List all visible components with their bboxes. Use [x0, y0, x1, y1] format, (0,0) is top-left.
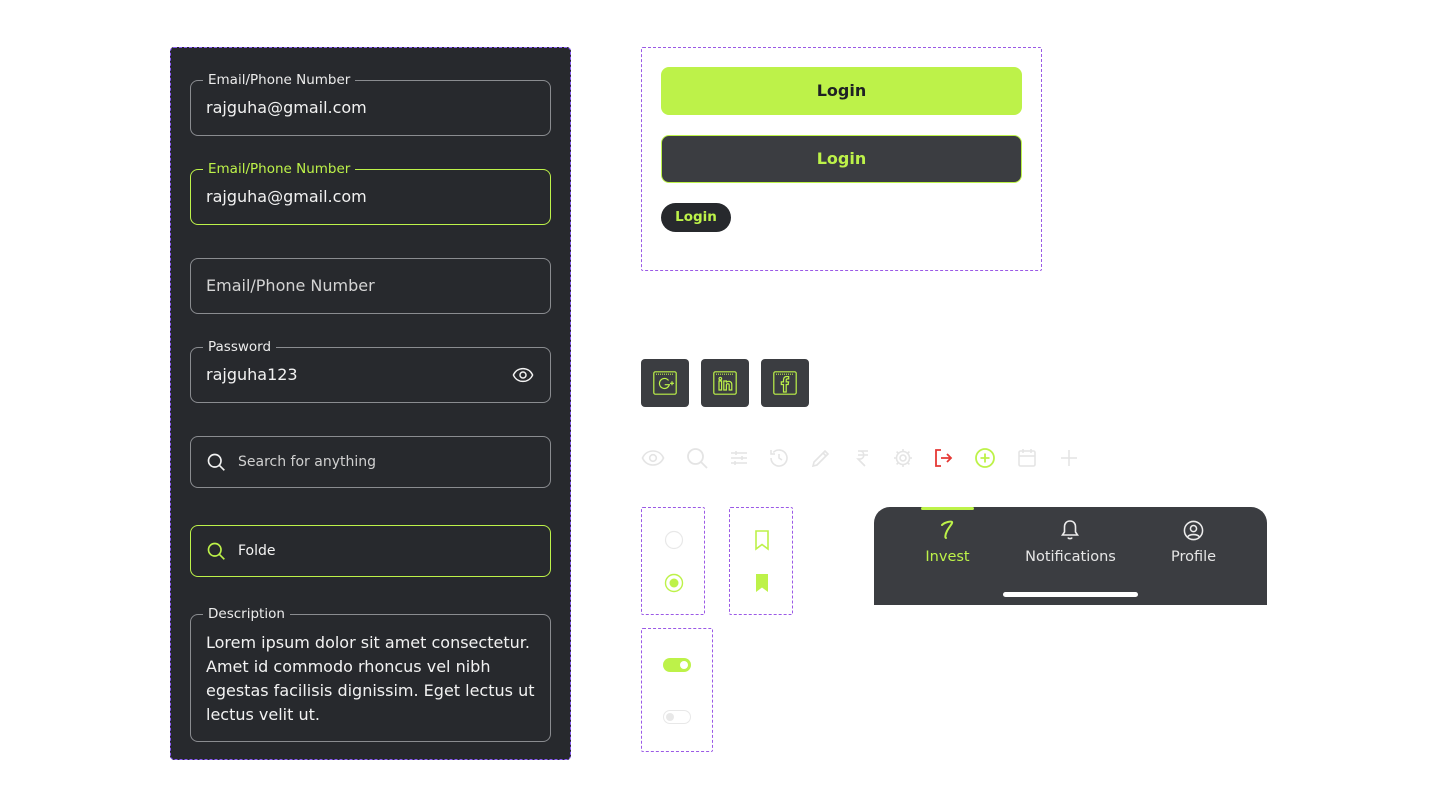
radio-buttons-group: [641, 507, 705, 615]
email-field-empty[interactable]: Email/Phone Number: [190, 258, 551, 314]
bell-icon: [1060, 519, 1080, 545]
nav-label-notifications: Notifications: [1025, 549, 1116, 565]
facebook-login-button[interactable]: [761, 359, 809, 407]
password-field[interactable]: Password rajguha123: [190, 338, 551, 403]
email-field-focused[interactable]: Email/Phone Number rajguha@gmail.com: [190, 160, 551, 225]
filter-sliders-icon[interactable]: [727, 446, 751, 470]
toggle-off[interactable]: [663, 709, 691, 728]
login-button-primary[interactable]: Login: [661, 67, 1022, 115]
search-icon: [206, 452, 226, 476]
eye-icon[interactable]: [512, 364, 534, 390]
invest-icon: [938, 519, 958, 545]
password-field-value: rajguha123: [206, 365, 298, 384]
eye-icon[interactable]: [641, 446, 665, 470]
nav-item-notifications[interactable]: Notifications: [1021, 507, 1120, 577]
description-label: Description: [203, 605, 290, 623]
radio-unchecked[interactable]: [664, 530, 684, 554]
description-textarea[interactable]: Description Lorem ipsum dolor sit amet c…: [190, 605, 551, 742]
rupee-icon[interactable]: [851, 446, 875, 470]
logout-icon[interactable]: [931, 446, 955, 470]
nav-item-invest[interactable]: Invest: [874, 507, 1021, 577]
google-icon: [653, 371, 677, 395]
google-login-button[interactable]: [641, 359, 689, 407]
search-icon[interactable]: [685, 446, 709, 470]
add-circle-icon[interactable]: [973, 446, 997, 470]
email-field-label: Email/Phone Number: [203, 160, 356, 178]
login-button-small[interactable]: Login: [661, 203, 731, 232]
history-icon[interactable]: [767, 446, 791, 470]
email-field-filled[interactable]: Email/Phone Number rajguha@gmail.com: [190, 71, 551, 136]
nav-label-profile: Profile: [1170, 549, 1217, 565]
email-field-placeholder: Email/Phone Number: [206, 276, 375, 295]
home-indicator-bar: [1003, 592, 1138, 597]
linkedin-login-button[interactable]: [701, 359, 749, 407]
search-input[interactable]: Search for anything: [190, 436, 551, 488]
form-components-panel: Email/Phone Number rajguha@gmail.com Ema…: [170, 47, 571, 760]
active-tab-indicator: [921, 507, 974, 510]
nav-item-profile[interactable]: Profile: [1120, 507, 1267, 577]
email-field-label: Email/Phone Number: [203, 71, 356, 89]
search-placeholder: Search for anything: [238, 454, 376, 470]
description-value: Lorem ipsum dolor sit amet consectetur. …: [206, 633, 535, 724]
search-icon: [206, 541, 226, 565]
search-value: Folde: [238, 543, 276, 559]
facebook-icon: [773, 371, 797, 395]
login-button-secondary[interactable]: Login: [661, 135, 1022, 183]
bookmark-outline-icon[interactable]: [752, 529, 772, 555]
email-field-value: rajguha@gmail.com: [206, 187, 367, 206]
search-input-active[interactable]: Folde: [190, 525, 551, 577]
pencil-icon[interactable]: [809, 446, 833, 470]
profile-icon: [1183, 520, 1204, 545]
gear-icon[interactable]: [891, 446, 915, 470]
bottom-navigation-bar: Invest Notifications Profile: [874, 507, 1267, 605]
nav-label-invest: Invest: [925, 549, 970, 565]
plus-icon[interactable]: [1057, 446, 1081, 470]
login-buttons-group: Login Login Login: [641, 47, 1042, 271]
toggle-group: [641, 628, 713, 752]
calendar-icon[interactable]: [1015, 446, 1039, 470]
linkedin-icon: [713, 371, 737, 395]
email-field-value: rajguha@gmail.com: [206, 98, 367, 117]
radio-checked[interactable]: [664, 573, 684, 597]
bookmark-filled-icon[interactable]: [752, 572, 772, 598]
bookmark-group: [729, 507, 793, 615]
toggle-on[interactable]: [663, 657, 691, 676]
password-field-label: Password: [203, 338, 277, 356]
